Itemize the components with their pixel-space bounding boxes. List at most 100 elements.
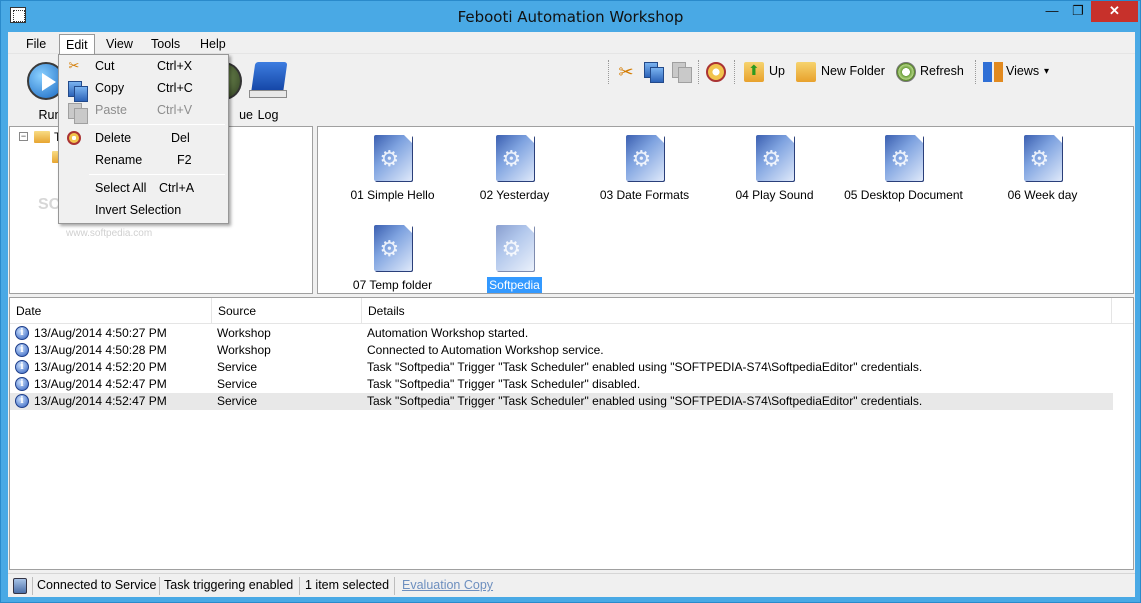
info-icon: i [15, 343, 29, 357]
file-name: 06 Week day [1007, 188, 1078, 202]
log-details: Task "Softpedia" Trigger "Task Scheduler… [367, 394, 923, 408]
log-details: Task "Softpedia" Trigger "Task Scheduler… [367, 360, 923, 374]
menu-cut-shortcut: Ctrl+X [157, 59, 193, 73]
task-file-icon [495, 135, 534, 181]
menu-bar: File Edit View Tools Help [8, 32, 1135, 54]
column-details[interactable]: Details [362, 298, 1112, 324]
status-separator [159, 577, 160, 595]
task-file-icon [373, 135, 412, 181]
file-name: 02 Yesterday [479, 188, 550, 202]
log-date: 13/Aug/2014 4:52:20 PM [34, 360, 167, 374]
file-item[interactable]: 05 Desktop Document [836, 135, 971, 203]
task-file-icon [884, 135, 923, 181]
menu-tools[interactable]: Tools [145, 34, 186, 54]
log-row-selected[interactable]: i 13/Aug/2014 4:52:47 PM Service Task "S… [10, 393, 1113, 410]
menu-select-all-label: Select All [95, 181, 147, 195]
log-details: Connected to Automation Workshop service… [367, 343, 604, 357]
status-bar: Connected to Service Task triggering ena… [8, 573, 1135, 597]
service-icon [13, 578, 27, 594]
file-name: Softpedia [487, 277, 542, 293]
up-button[interactable]: Up [769, 64, 785, 78]
copy-icon[interactable] [643, 62, 664, 83]
title-bar[interactable]: Febooti Automation Workshop — ❐ ✕ [1, 1, 1140, 32]
menu-separator [89, 124, 225, 125]
paste-icon[interactable] [671, 62, 692, 83]
file-item-selected[interactable]: Softpedia [452, 225, 577, 293]
views-button[interactable]: Views [1006, 64, 1039, 78]
folder-icon [34, 131, 50, 143]
file-name: 01 Simple Hello [350, 188, 435, 202]
menu-rename[interactable]: Rename F2 [61, 150, 226, 170]
file-item[interactable]: 02 Yesterday [452, 135, 577, 203]
menu-delete-label: Delete [95, 131, 132, 145]
cut-icon[interactable]: ✂ [616, 62, 636, 82]
task-file-icon [373, 225, 412, 271]
info-icon: i [15, 377, 29, 391]
column-date[interactable]: Date [10, 298, 212, 324]
file-item[interactable]: 06 Week day [980, 135, 1105, 203]
log-date: 13/Aug/2014 4:52:47 PM [34, 377, 167, 391]
log-details: Task "Softpedia" Trigger "Task Scheduler… [367, 377, 641, 391]
status-separator [394, 577, 395, 595]
refresh-button[interactable]: Refresh [920, 64, 964, 78]
evaluation-copy-link[interactable]: Evaluation Copy [402, 578, 493, 592]
edit-menu-dropdown: ✂ Cut Ctrl+X Copy Ctrl+C Paste Ctrl+V De… [58, 54, 229, 224]
status-separator [299, 577, 300, 595]
menu-cut[interactable]: ✂ Cut Ctrl+X [61, 56, 226, 76]
toolbar-separator [975, 60, 976, 84]
tree-expander-icon[interactable]: − [19, 132, 28, 141]
toolbar-separator [698, 60, 699, 84]
file-item[interactable]: 03 Date Formats [582, 135, 707, 203]
views-icon[interactable] [983, 62, 1003, 82]
log-source: Workshop [217, 326, 271, 340]
log-source: Service [217, 360, 258, 374]
menu-edit[interactable]: Edit [59, 34, 95, 54]
log-row[interactable]: i 13/Aug/2014 4:52:20 PM Service Task "S… [10, 359, 1113, 376]
file-item[interactable]: 04 Play Sound [712, 135, 837, 203]
menu-select-all-shortcut: Ctrl+A [159, 181, 195, 195]
menu-cut-label: Cut [95, 59, 115, 73]
maximize-button[interactable]: ❐ [1065, 1, 1091, 22]
menu-file[interactable]: File [20, 34, 52, 54]
window-title: Febooti Automation Workshop [457, 8, 684, 26]
watermark-url: www.softpedia.com [66, 228, 153, 239]
log-source: Service [217, 394, 258, 408]
column-source[interactable]: Source [212, 298, 362, 324]
event-log[interactable]: Date Source Details i 13/Aug/2014 4:50:2… [9, 297, 1134, 570]
status-separator [32, 577, 33, 595]
new-folder-button[interactable]: New Folder [821, 64, 885, 78]
log-source: Workshop [217, 343, 271, 357]
menu-paste-shortcut: Ctrl+V [157, 103, 193, 117]
log-row[interactable]: i 13/Aug/2014 4:50:27 PM Workshop Automa… [10, 325, 1113, 342]
status-connection: Connected to Service [37, 578, 157, 592]
menu-invert-selection[interactable]: Invert Selection [61, 200, 226, 220]
refresh-icon[interactable] [896, 62, 916, 82]
folder-up-icon[interactable] [744, 62, 764, 82]
file-item[interactable]: 07 Temp folder [330, 225, 455, 293]
task-file-icon [625, 135, 664, 181]
log-row[interactable]: i 13/Aug/2014 4:52:47 PM Service Task "S… [10, 376, 1113, 393]
menu-copy[interactable]: Copy Ctrl+C [61, 78, 226, 102]
toolbar-separator [734, 60, 735, 84]
client-area: File Edit View Tools Help Run ue Log ✂ ⬆… [8, 32, 1135, 597]
menu-select-all[interactable]: Select All Ctrl+A [61, 178, 226, 198]
log-button[interactable]: Log [242, 60, 294, 122]
log-date: 13/Aug/2014 4:50:28 PM [34, 343, 167, 357]
menu-separator [89, 174, 225, 175]
file-list[interactable]: 01 Simple Hello 02 Yesterday 03 Date For… [317, 126, 1134, 294]
menu-delete[interactable]: Delete Del [61, 128, 226, 148]
close-button[interactable]: ✕ [1091, 1, 1138, 22]
menu-help[interactable]: Help [194, 34, 232, 54]
file-name: 07 Temp folder [352, 278, 433, 292]
views-dropdown-icon[interactable]: ▾ [1044, 66, 1049, 77]
log-row[interactable]: i 13/Aug/2014 4:50:28 PM Workshop Connec… [10, 342, 1113, 359]
minimize-button[interactable]: — [1039, 1, 1065, 22]
new-folder-icon[interactable] [796, 62, 816, 82]
file-name: 05 Desktop Document [844, 188, 963, 202]
menu-delete-shortcut: Del [171, 131, 190, 145]
delete-icon[interactable] [706, 62, 726, 82]
menu-view[interactable]: View [100, 34, 139, 54]
toolbar-separator [608, 60, 609, 84]
file-item[interactable]: 01 Simple Hello [330, 135, 455, 203]
log-date: 13/Aug/2014 4:52:47 PM [34, 394, 167, 408]
